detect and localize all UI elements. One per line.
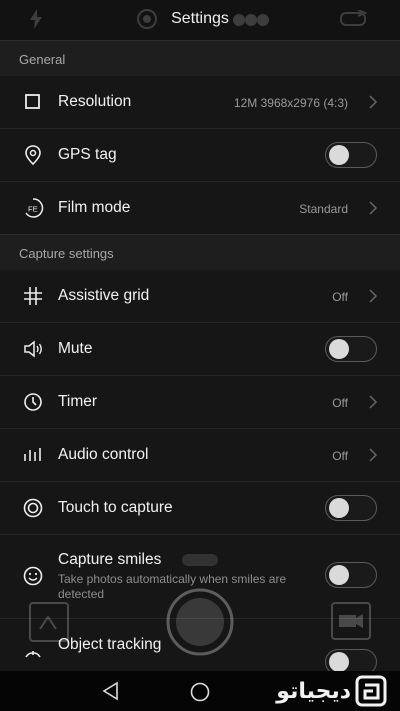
video-mode-icon — [331, 602, 371, 640]
setting-film-mode[interactable]: FE Film mode Standard — [0, 182, 400, 235]
tracking-icon — [25, 651, 41, 658]
toggle-knob — [329, 145, 349, 165]
chevron-right-icon — [369, 95, 378, 109]
setting-value: Off — [332, 290, 348, 304]
setting-label: Film mode — [58, 199, 131, 216]
setting-label: Audio control — [58, 446, 149, 463]
mute-toggle[interactable] — [325, 336, 377, 362]
clock-icon — [24, 393, 42, 411]
setting-resolution[interactable]: Resolution 12M 3968x2976 (4:3) — [0, 76, 400, 129]
smile-icon — [23, 566, 43, 586]
setting-value: 12M 3968x2976 (4:3) — [233, 96, 348, 110]
setting-value: Off — [332, 449, 348, 463]
watermark-logo: دیجیاتو — [275, 675, 387, 707]
setting-label: Resolution — [58, 93, 132, 110]
speaker-icon — [24, 340, 42, 358]
section-label: General — [19, 52, 66, 67]
toggle-knob — [329, 339, 349, 359]
touch-to-capture-toggle[interactable] — [325, 495, 377, 521]
setting-label: Object tracking — [58, 636, 162, 653]
section-label: Capture settings — [19, 246, 114, 261]
back-icon[interactable] — [101, 681, 121, 701]
svg-text:FE: FE — [28, 205, 38, 214]
square-icon — [25, 94, 40, 109]
toggle-knob — [329, 498, 349, 518]
setting-mute[interactable]: Mute — [0, 323, 400, 376]
chevron-right-icon — [369, 395, 378, 409]
setting-label: Capture smiles — [58, 551, 162, 568]
section-capture-settings: Capture settings — [0, 234, 400, 271]
watermark-text: دیجیاتو — [275, 679, 351, 704]
gallery-thumbnail-icon — [29, 602, 69, 642]
setting-label: Touch to capture — [58, 499, 173, 516]
section-general: General — [0, 40, 400, 77]
toggle-knob — [329, 652, 349, 672]
toggle-knob — [329, 565, 349, 585]
setting-label: GPS tag — [58, 146, 117, 163]
capture-smiles-toggle[interactable] — [325, 562, 377, 588]
setting-audio-control[interactable]: Audio control Off — [0, 429, 400, 482]
setting-touch-to-capture[interactable]: Touch to capture — [0, 482, 400, 535]
chevron-right-icon — [369, 448, 378, 462]
top-bar: Settings — [0, 0, 400, 40]
setting-label: Mute — [58, 340, 93, 357]
chevron-right-icon — [369, 289, 378, 303]
audio-bars-icon — [24, 448, 41, 461]
location-pin-icon — [25, 145, 41, 166]
page-title: Settings — [171, 10, 229, 27]
target-icon — [23, 498, 43, 518]
setting-gps-tag[interactable]: GPS tag — [0, 129, 400, 182]
home-icon[interactable] — [189, 681, 211, 703]
gps-tag-toggle[interactable] — [325, 142, 377, 168]
film-mode-icon: FE — [25, 198, 44, 218]
setting-value: Standard — [299, 202, 348, 216]
chevron-right-icon — [369, 201, 378, 215]
mode-indicator — [182, 554, 218, 566]
setting-timer[interactable]: Timer Off — [0, 376, 400, 429]
setting-label: Timer — [58, 393, 98, 410]
grid-icon — [24, 287, 42, 305]
setting-label: Assistive grid — [58, 287, 150, 304]
setting-assistive-grid[interactable]: Assistive grid Off — [0, 270, 400, 323]
shutter-button-icon — [166, 588, 234, 656]
setting-value: Off — [332, 396, 348, 410]
